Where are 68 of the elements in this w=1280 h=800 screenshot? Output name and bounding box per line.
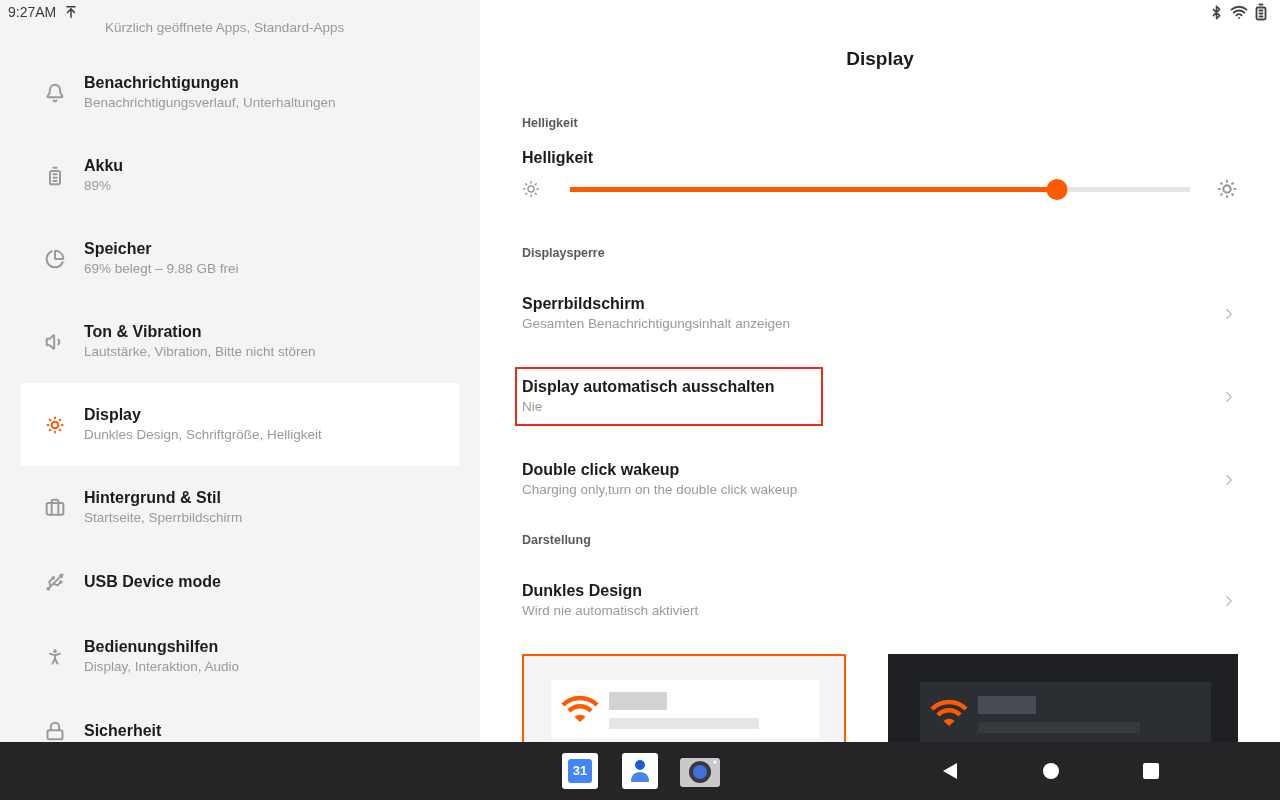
item-subtitle: Nie [522,397,544,416]
wallpaper-icon [45,497,65,518]
sidebar-item[interactable]: Bedienungshilfen Display, Interaktion, Audio [21,615,459,698]
sidebar-item[interactable]: Display Dunkles Design, Schriftgröße, Helligkeit [21,383,459,466]
item-title: Dunkles Design [522,580,644,601]
placeholder-bar [978,695,1036,714]
display-icon [45,414,65,435]
contacts-app-icon[interactable] [622,753,658,789]
brightness-high-icon [1216,178,1238,200]
item-subtitle: Lautstärke, Vibration, Bitte nicht stören [84,342,316,361]
sidebar-item[interactable]: Hintergrund & Stil Startseite, Sperrbildschirm [21,466,459,549]
item-title: Benachrichtigungen [84,72,240,93]
upload-icon [64,5,79,19]
brightness-low-icon [522,180,540,198]
item-subtitle: Startseite, Sperrbildschirm [84,508,243,527]
theme-preview[interactable] [888,654,1238,742]
item-subtitle: 69% belegt – 9.88 GB frei [84,259,239,278]
calendar-day: 31 [568,759,592,783]
sidebar-item[interactable]: Sicherheit [21,698,459,742]
wifi-icon [561,694,599,724]
item-subtitle: Dunkles Design, Schriftgröße, Helligkeit [84,425,322,444]
page-title: Display [846,47,914,71]
item-title: Display [84,404,142,425]
section-label: Helligkeit [522,114,578,132]
settings-row[interactable]: Sperrbildschirm Gesamten Benachrichtigungsinhalt anzeigen [522,272,1238,355]
back-icon[interactable] [942,762,958,780]
section-label: Darstellung [522,531,591,549]
placeholder-bar [609,691,667,710]
sidebar-item[interactable]: Ton & Vibration Lautstärke, Vibration, Bitte nicht stören [21,300,459,383]
brightness-slider[interactable] [570,178,1190,200]
status-time: 9:27AM [8,2,57,22]
item-subtitle: Kürzlich geöffnete Apps, Standard-Apps [105,20,345,36]
storage-icon [45,248,65,269]
security-icon [45,721,65,741]
item-title: Speicher [84,238,153,259]
sidebar-item[interactable]: USB Device mode [21,549,459,615]
item-title: Ton & Vibration [84,321,203,342]
item-subtitle: Wird nie automatisch aktiviert [522,601,699,620]
item-title: Display automatisch ausschalten [522,376,775,397]
wifi-signal-icon [1230,3,1248,21]
theme-preview[interactable] [522,654,846,742]
item-subtitle: Charging only,turn on the double click wakeup [522,480,798,499]
item-subtitle: Benachrichtigungsverlauf, Unterhaltungen [84,93,336,112]
calendar-app-icon[interactable]: 31 [562,753,598,789]
item-title: Bedienungshilfen [84,636,220,657]
slider-thumb[interactable] [1046,178,1068,200]
sidebar-item[interactable]: Speicher 69% belegt – 9.88 GB frei [21,217,459,300]
camera-app-icon[interactable] [680,755,720,787]
settings-row[interactable]: Dunkles Design Wird nie automatisch aktiviert [522,559,1238,642]
item-title: Sicherheit [84,721,162,741]
item-title: Akku [84,155,124,176]
item-subtitle: Gesamten Benachrichtigungsinhalt anzeigen [522,314,790,333]
home-icon[interactable] [1043,763,1059,779]
item-title: Sperrbildschirm [522,293,646,314]
item-title: Double click wakeup [522,459,681,480]
item-title: Helligkeit [522,148,595,168]
bell-icon [45,82,65,103]
item-title: Hintergrund & Stil [84,487,222,508]
item-subtitle: Display, Interaktion, Audio [84,657,240,676]
settings-row[interactable]: Display automatisch ausschalten Nie [522,355,1238,438]
wifi-icon [930,698,968,728]
usb-icon [45,572,65,592]
item-title: USB Device mode [84,572,221,592]
section-label: Displaysperre [522,244,605,262]
sidebar-item[interactable]: Benachrichtigungen Benachrichtigungsverlauf, Unterhaltungen [21,51,459,134]
settings-row[interactable]: Double click wakeup Charging only,turn on the double click wakeup [522,438,1238,521]
sidebar-item[interactable]: Akku 89% [21,134,459,217]
item-subtitle: 89% [84,176,113,195]
